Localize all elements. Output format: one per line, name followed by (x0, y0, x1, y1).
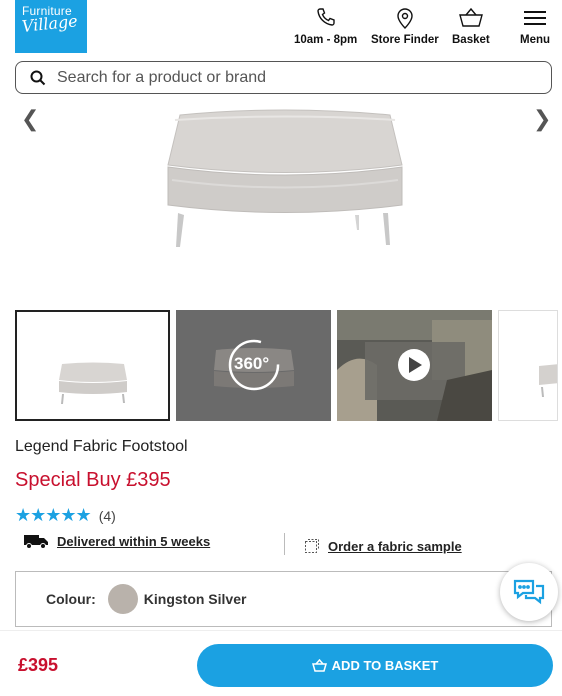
phone-icon (316, 8, 335, 26)
thumbnail-product-image[interactable] (15, 310, 170, 421)
gallery-prev-arrow[interactable]: ❮ (21, 106, 39, 132)
fabric-swatch-icon (305, 539, 319, 553)
delivery-link[interactable]: Delivered within 5 weeks (57, 534, 210, 549)
site-header: Furniture Village 10am - 8pm Store Finde… (0, 0, 562, 56)
basket-link[interactable]: Basket (452, 6, 490, 46)
rating-stars: ★★★★★ (15, 505, 92, 525)
logo-line2: Village (20, 11, 79, 36)
sticky-add-to-basket-bar: £395 ADD TO BASKET (0, 630, 562, 696)
product-main-image[interactable] (140, 105, 430, 255)
product-title: Legend Fabric Footstool (15, 438, 188, 455)
sticky-price: £395 (18, 655, 59, 675)
gallery-next-arrow[interactable]: ❯ (533, 106, 551, 132)
colour-label: Colour: (46, 591, 96, 607)
menu-button[interactable]: Menu (520, 6, 550, 46)
info-divider (284, 533, 285, 555)
store-finder-link[interactable]: Store Finder (371, 6, 439, 46)
rating-summary[interactable]: ★★★★★ (4) (15, 505, 116, 526)
search-bar[interactable] (15, 61, 552, 94)
fabric-sample: Order a fabric sample (304, 538, 462, 554)
colour-value: Kingston Silver (143, 591, 247, 607)
basket-icon (311, 659, 327, 672)
fabric-sample-link[interactable]: Order a fabric sample (328, 539, 462, 554)
thumbnail-side-view[interactable] (498, 310, 558, 421)
location-pin-icon (397, 8, 413, 29)
thumbnail-360-view[interactable]: 360° (176, 310, 331, 421)
360-label: 360° (234, 354, 270, 373)
thumbnail-video[interactable] (337, 310, 492, 421)
furniture-village-logo[interactable]: Furniture Village (15, 0, 87, 53)
add-to-basket-label: ADD TO BASKET (331, 658, 439, 673)
menu-label: Menu (520, 34, 551, 46)
hamburger-icon (524, 11, 547, 25)
colour-selector[interactable]: Colour: Kingston Silver (15, 571, 552, 627)
opening-hours-label: 10am - 8pm (294, 34, 358, 46)
store-finder-label: Store Finder (371, 34, 439, 46)
colour-swatch (107, 584, 138, 614)
review-count[interactable]: (4) (99, 508, 116, 524)
basket-label: Basket (452, 34, 490, 46)
add-to-basket-button[interactable]: ADD TO BASKET (197, 644, 553, 687)
opening-hours-link[interactable]: 10am - 8pm (294, 6, 357, 46)
search-input[interactable] (57, 68, 497, 87)
product-price: Special Buy £395 (15, 469, 171, 491)
search-icon (30, 70, 46, 85)
thumbnail-strip: 360° (15, 310, 558, 421)
chat-bubbles-icon (513, 579, 545, 605)
basket-icon (458, 7, 483, 27)
chat-button[interactable] (500, 563, 558, 621)
delivery-info: Delivered within 5 weeks (23, 533, 210, 549)
delivery-truck-icon (24, 535, 48, 549)
